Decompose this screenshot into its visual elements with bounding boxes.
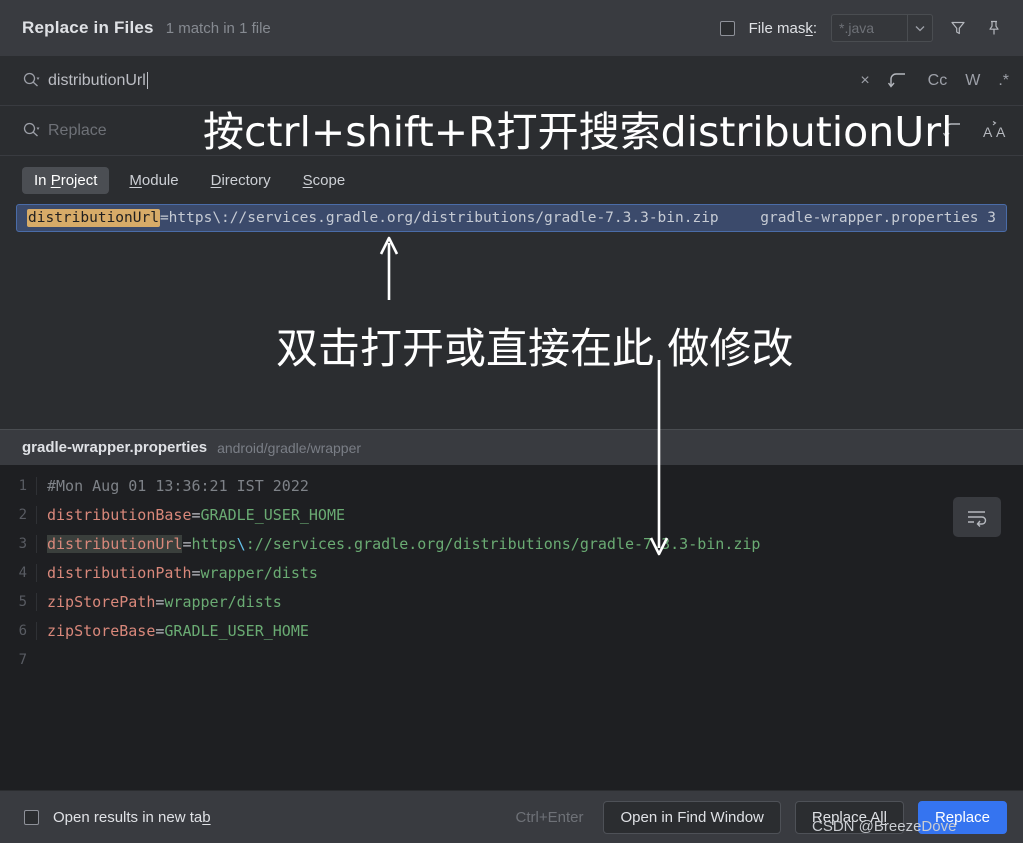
table-row[interactable]: distributionUrl =https\://services.gradle… xyxy=(16,204,1007,232)
dialog-title-bar: Replace in Files 1 match in 1 file File … xyxy=(0,0,1023,56)
file-mask-checkbox[interactable] xyxy=(719,20,735,36)
search-history-icon[interactable] xyxy=(887,69,910,93)
preview-file-name: gradle-wrapper.properties xyxy=(22,439,208,456)
text-caret xyxy=(146,72,148,89)
whole-words-toggle[interactable]: W xyxy=(965,69,980,93)
match-case-toggle[interactable]: Cc xyxy=(928,69,948,93)
result-file-name: gradle-wrapper.properties 3 xyxy=(760,210,996,226)
replace-input[interactable]: Replace xyxy=(48,122,107,140)
search-icon xyxy=(22,71,48,90)
code-line-match: 3 distributionUrl=https\://services.grad… xyxy=(0,529,1023,558)
search-field-row[interactable]: distributionUrl × Cc W .* xyxy=(0,56,1023,106)
results-list[interactable]: distributionUrl =https\://services.gradle… xyxy=(0,204,1023,429)
replace-history-icon[interactable] xyxy=(943,119,965,143)
file-mask-label: File mask: xyxy=(748,19,817,37)
result-line-text: =https\://services.gradle.org/distributi… xyxy=(159,210,719,226)
shortcut-hint: Ctrl+Enter xyxy=(515,808,584,826)
line-number: 6 xyxy=(18,622,27,639)
preserve-case-toggle[interactable]: A A xyxy=(983,119,1009,143)
line-content: distributionPath=wrapper/dists xyxy=(36,563,318,582)
page-title: Replace in Files xyxy=(22,18,154,37)
svg-text:A: A xyxy=(996,124,1006,140)
tab-directory[interactable]: Directory xyxy=(199,167,283,194)
tab-in-project[interactable]: In Project xyxy=(22,166,110,194)
title-bar-actions: File mask: *.java xyxy=(719,14,1005,42)
code-line: 5 zipStorePath=wrapper/dists xyxy=(0,587,1023,616)
tab-module[interactable]: Module xyxy=(117,167,190,194)
match-summary: 1 match in 1 file xyxy=(165,19,271,37)
tab-scope[interactable]: Scope xyxy=(291,167,358,194)
line-content: zipStoreBase=GRADLE_USER_HOME xyxy=(36,621,309,640)
line-number: 3 xyxy=(18,535,27,552)
code-line: 2 distributionBase=GRADLE_USER_HOME xyxy=(0,500,1023,529)
chevron-down-icon[interactable] xyxy=(907,14,933,42)
line-content: zipStorePath=wrapper/dists xyxy=(36,592,282,611)
line-number: 1 xyxy=(18,477,27,494)
replace-field-row[interactable]: Replace A A xyxy=(0,106,1023,156)
search-input[interactable]: distributionUrl xyxy=(48,72,146,90)
code-line: 6 zipStoreBase=GRADLE_USER_HOME xyxy=(0,616,1023,645)
code-line: 4 distributionPath=wrapper/dists xyxy=(0,558,1023,587)
replace-button[interactable]: Replace xyxy=(917,800,1007,834)
dialog-footer: Open results in new tab Ctrl+Enter Open … xyxy=(0,790,1023,843)
line-content: distributionBase=GRADLE_USER_HOME xyxy=(36,505,345,524)
search-row-actions: × Cc W .* xyxy=(860,69,1009,93)
replace-in-files-dialog: Replace in Files 1 match in 1 file File … xyxy=(0,0,1023,843)
soft-wrap-icon[interactable] xyxy=(953,497,1001,537)
line-number: 7 xyxy=(18,651,27,668)
svg-text:A: A xyxy=(983,124,993,140)
pin-icon[interactable] xyxy=(983,17,1005,39)
regex-toggle[interactable]: .* xyxy=(998,69,1009,93)
code-line: 1 #Mon Aug 01 13:36:21 IST 2022 xyxy=(0,471,1023,500)
preview-line3-value: https\://services.gradle.org/distributio… xyxy=(191,534,761,553)
open-results-new-tab-checkbox[interactable] xyxy=(24,809,39,825)
replace-row-actions: A A xyxy=(943,119,1009,143)
scope-tabs: In Project Module Directory Scope xyxy=(0,156,1023,204)
file-mask-combobox[interactable]: *.java xyxy=(831,14,933,42)
clear-search-icon[interactable]: × xyxy=(860,69,869,93)
line-number: 5 xyxy=(18,593,27,610)
code-preview[interactable]: 1 #Mon Aug 01 13:36:21 IST 2022 2 distri… xyxy=(0,465,1023,790)
file-mask-input[interactable]: *.java xyxy=(831,14,907,42)
open-in-find-window-button[interactable]: Open in Find Window xyxy=(603,800,781,834)
line-number: 4 xyxy=(18,564,27,581)
replace-all-button[interactable]: Replace All xyxy=(794,800,904,834)
code-line: 7 xyxy=(0,645,1023,674)
open-results-new-tab-label: Open results in new tab xyxy=(53,808,211,826)
search-icon xyxy=(22,121,48,140)
preview-match-highlight: distributionUrl xyxy=(47,534,183,553)
preview-file-path: android/gradle/wrapper xyxy=(217,439,362,456)
filter-icon[interactable] xyxy=(947,17,969,39)
line-content: #Mon Aug 01 13:36:21 IST 2022 xyxy=(36,476,309,495)
result-match-highlight: distributionUrl xyxy=(27,209,160,227)
line-number: 2 xyxy=(18,506,27,523)
preview-file-header: gradle-wrapper.properties android/gradle… xyxy=(0,429,1023,465)
line-content: distributionUrl=https\://services.gradle… xyxy=(36,534,761,553)
